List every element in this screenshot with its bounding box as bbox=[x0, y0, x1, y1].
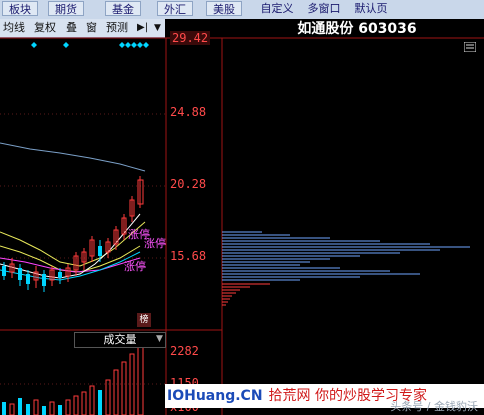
event-markers bbox=[31, 42, 149, 48]
kline-chart[interactable] bbox=[0, 0, 484, 415]
y-tick: 20.28 bbox=[170, 177, 207, 191]
upper-limit-label: 涨停 bbox=[144, 237, 166, 250]
volume-label[interactable]: 成交量 bbox=[74, 332, 166, 348]
settings-icon[interactable] bbox=[464, 42, 476, 52]
volume-tick: 2282 bbox=[170, 344, 199, 358]
chip-profile bbox=[222, 231, 470, 281]
ma60-line bbox=[0, 142, 146, 172]
credit-text: 头条号 / 金钱豹沃 bbox=[390, 400, 478, 413]
y-tick-top: 29.42 bbox=[170, 31, 211, 45]
y-tick: 24.88 bbox=[170, 105, 207, 119]
y-tick: 15.68 bbox=[170, 249, 207, 263]
chevron-down-icon[interactable]: ▼ bbox=[156, 334, 163, 344]
chip-profile-red bbox=[222, 283, 270, 306]
watermark-brand: IOHuang.CN bbox=[167, 388, 263, 404]
upper-limit-label: 涨停 bbox=[124, 260, 146, 273]
list-marker[interactable]: 榜 bbox=[137, 313, 151, 327]
volume-bars bbox=[2, 343, 144, 415]
